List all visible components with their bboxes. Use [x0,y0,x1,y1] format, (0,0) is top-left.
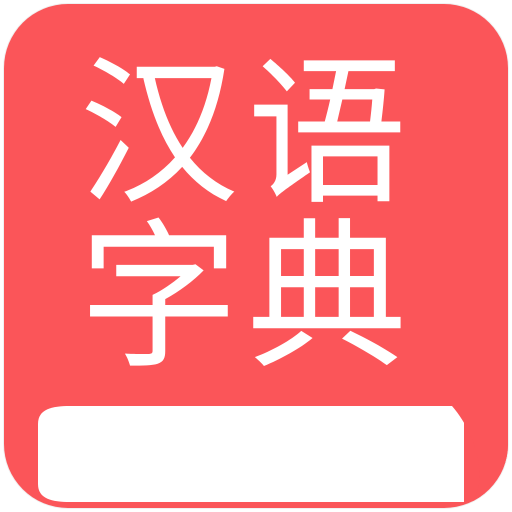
app-icon: 汉 语 字 典 [4,4,508,508]
book-icon [38,406,508,508]
